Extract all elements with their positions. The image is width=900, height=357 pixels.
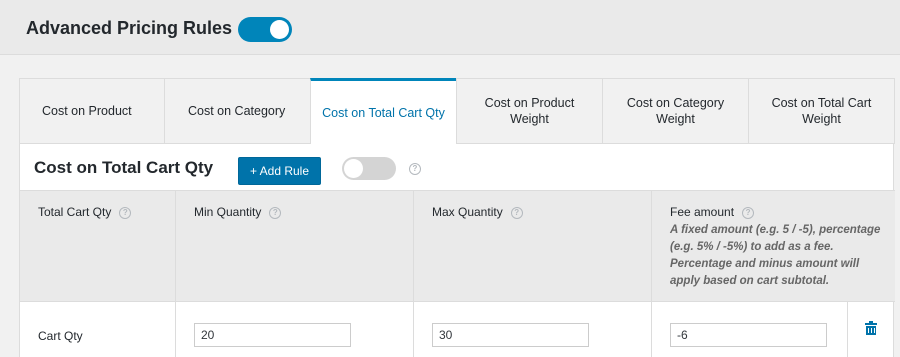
tab-label: Cost on Category Weight <box>626 96 725 126</box>
column-label: Min Quantity <box>194 205 262 219</box>
tab-content: Cost on Total Cart Qty + Add Rule ? Tota… <box>19 144 895 357</box>
toggle-knob <box>344 159 363 178</box>
max-quantity-cell <box>413 302 651 357</box>
table-header: Total Cart Qty? Min Quantity? Max Quanti… <box>20 190 895 302</box>
section-title: Cost on Total Cart Qty <box>34 158 214 177</box>
tab-cost-on-total-cart-weight[interactable]: Cost on Total Cart Weight <box>748 78 895 144</box>
advanced-pricing-toggle[interactable] <box>238 17 292 42</box>
column-header-min-quantity: Min Quantity? <box>175 191 413 302</box>
table-row: Cart Qty <box>20 302 895 357</box>
column-header-total-cart-qty: Total Cart Qty? <box>20 191 175 302</box>
min-quantity-input[interactable] <box>194 323 351 347</box>
fee-amount-cell <box>651 302 847 357</box>
row-label: Cart Qty <box>38 329 83 343</box>
rule-tabs: Cost on Product Cost on Category Cost on… <box>19 78 895 145</box>
tab-cost-on-total-cart-qty[interactable]: Cost on Total Cart Qty <box>310 78 457 145</box>
max-quantity-input[interactable] <box>432 323 589 347</box>
fee-amount-description: A fixed amount (e.g. 5 / -5), percentage… <box>670 224 881 287</box>
tab-label: Cost on Category <box>188 104 286 118</box>
add-rule-button[interactable]: + Add Rule <box>238 157 321 185</box>
tab-label: Cost on Total Cart Qty <box>322 106 445 120</box>
column-header-max-quantity: Max Quantity? <box>413 191 651 302</box>
help-circle-icon[interactable]: ? <box>119 206 132 219</box>
tab-cost-on-product[interactable]: Cost on Product <box>19 78 165 144</box>
tab-label: Cost on Product Weight <box>484 96 575 126</box>
help-circle-icon[interactable]: ? <box>510 206 523 219</box>
tab-label: Cost on Total Cart Weight <box>771 96 872 126</box>
section-toggle[interactable] <box>342 157 396 180</box>
trash-icon[interactable] <box>865 321 877 335</box>
help-circle-icon[interactable]: ? <box>742 206 755 219</box>
delete-cell <box>847 302 895 357</box>
page-title: Advanced Pricing Rules <box>26 18 233 38</box>
tab-cost-on-category[interactable]: Cost on Category <box>164 78 311 144</box>
help-circle-icon[interactable]: ? <box>409 163 421 175</box>
column-label: Total Cart Qty <box>38 205 112 219</box>
column-label: Max Quantity <box>432 205 503 219</box>
pricing-rules-panel: Cost on Product Cost on Category Cost on… <box>19 78 895 357</box>
column-header-fee-amount: Fee amount? A fixed amount (e.g. 5 / -5)… <box>651 191 895 302</box>
tab-cost-on-category-weight[interactable]: Cost on Category Weight <box>602 78 749 144</box>
help-circle-icon[interactable]: ? <box>269 206 282 219</box>
min-quantity-cell <box>175 302 413 357</box>
toggle-knob <box>270 20 289 39</box>
fee-amount-input[interactable] <box>670 323 827 347</box>
tab-cost-on-product-weight[interactable]: Cost on Product Weight <box>456 78 603 144</box>
tab-label: Cost on Product <box>42 104 132 118</box>
column-label: Fee amount <box>670 205 735 219</box>
page-header: Advanced Pricing Rules <box>0 0 900 55</box>
